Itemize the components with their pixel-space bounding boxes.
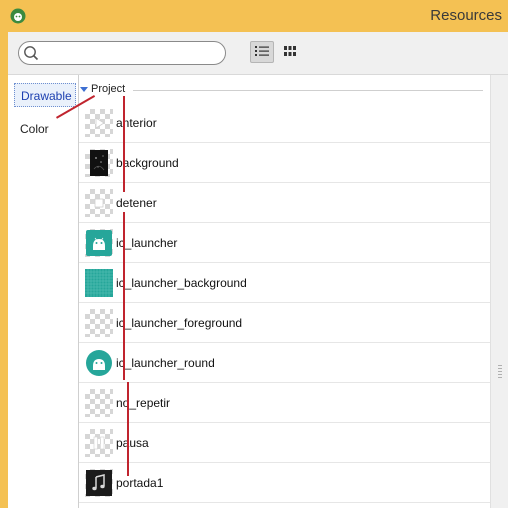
resource-row-pausa[interactable]: pausa	[79, 423, 490, 463]
android-launcher-icon	[85, 229, 113, 257]
window-title: Resources	[430, 7, 502, 24]
resource-name: portada1	[116, 476, 164, 490]
list-view-button[interactable]	[250, 41, 274, 63]
resource-name: ic_launcher_background	[116, 276, 247, 290]
resource-row-no-repetir[interactable]: no_repetir	[79, 383, 490, 423]
grid-view-button[interactable]	[278, 41, 302, 63]
toolbar	[8, 32, 508, 75]
resource-row-anterior[interactable]: anterior	[79, 103, 490, 143]
search-icon	[23, 45, 39, 61]
resource-name: ic_launcher	[116, 236, 178, 250]
resource-name: pausa	[116, 436, 149, 450]
android-round-icon	[85, 349, 113, 377]
dark-image-thumbnail-icon	[85, 149, 113, 177]
resource-rows: anterior background detener ic_launcher …	[79, 103, 490, 503]
pause-thumbnail-icon	[85, 429, 113, 457]
transparent-thumbnail-icon	[85, 309, 113, 337]
resource-name: detener	[116, 196, 157, 210]
resource-row-portada1[interactable]: portada1	[79, 463, 490, 503]
sidebar-item-color[interactable]: Color	[14, 117, 76, 141]
resource-row-detener[interactable]: detener	[79, 183, 490, 223]
play-thumbnail-icon	[85, 109, 113, 137]
red-annotation-stroke	[123, 96, 125, 192]
teal-grid-thumbnail-icon	[85, 269, 113, 297]
section-divider	[133, 90, 483, 91]
android-studio-icon	[10, 8, 26, 24]
resource-row-background[interactable]: background	[79, 143, 490, 183]
red-annotation-stroke	[123, 212, 125, 380]
transparent-thumbnail-icon	[85, 389, 113, 417]
resource-name: ic_launcher_foreground	[116, 316, 243, 330]
expand-triangle-icon[interactable]	[80, 87, 88, 92]
stop-thumbnail-icon	[85, 189, 113, 217]
section-label: Project	[91, 83, 126, 95]
music-note-thumbnail-icon	[85, 469, 113, 497]
section-header-project[interactable]: Project	[79, 81, 484, 99]
title-bar: Resources	[0, 0, 508, 33]
drag-grip-icon[interactable]	[498, 365, 502, 379]
list-view-icon	[255, 45, 269, 60]
resource-row-ic-launcher-round[interactable]: ic_launcher_round	[79, 343, 490, 383]
resource-row-ic-launcher-background[interactable]: ic_launcher_background	[79, 263, 490, 303]
resource-name: background	[116, 156, 179, 170]
resource-name: ic_launcher_round	[116, 356, 215, 370]
resource-name: no_repetir	[116, 396, 171, 410]
red-annotation-stroke	[127, 382, 129, 476]
sidebar-item-drawable[interactable]: Drawable	[14, 83, 76, 107]
search-box[interactable]	[18, 41, 226, 65]
grid-view-icon	[284, 45, 296, 59]
resource-row-ic-launcher-foreground[interactable]: ic_launcher_foreground	[79, 303, 490, 343]
window-frame	[0, 32, 8, 508]
resource-type-sidebar: Drawable Color	[8, 75, 79, 508]
resource-list-panel: Project anterior background detener ic_l…	[79, 75, 490, 508]
search-input[interactable]	[41, 44, 221, 63]
resource-row-ic-launcher[interactable]: ic_launcher	[79, 223, 490, 263]
splitter-handle[interactable]	[490, 75, 508, 508]
